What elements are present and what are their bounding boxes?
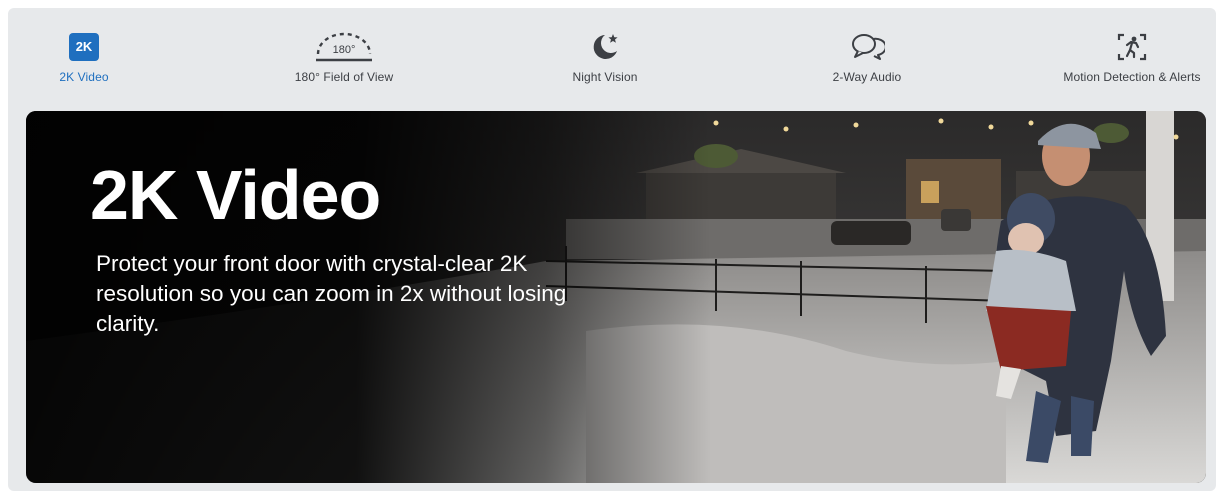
2k-badge-icon: 2K: [8, 30, 194, 64]
tab-label: Night Vision: [572, 70, 638, 84]
motion-person-icon: [1022, 30, 1216, 64]
tab-two-way-audio[interactable]: 2-Way Audio: [757, 30, 977, 98]
tab-field-of-view[interactable]: 180° 180° Field of View: [234, 30, 454, 98]
moon-star-icon: [495, 30, 715, 64]
tab-night-vision[interactable]: Night Vision: [495, 30, 715, 98]
svg-text:180°: 180°: [333, 44, 356, 56]
feature-panel: 2K 2K Video 180° 180° Field of View Nigh…: [8, 8, 1216, 491]
tab-2k-video[interactable]: 2K 2K Video: [8, 30, 194, 98]
tab-label: 180° Field of View: [294, 70, 394, 84]
field-of-view-icon: 180°: [234, 30, 454, 64]
chat-bubbles-icon: [757, 30, 977, 64]
tab-label: 2K Video: [59, 70, 109, 84]
tab-label: 2-Way Audio: [832, 70, 902, 84]
hero-description: Protect your front door with crystal-cle…: [96, 251, 567, 336]
tab-label: Motion Detection & Alerts: [1063, 70, 1201, 84]
hero-banner: 2K Video Protect your front door with cr…: [26, 111, 1206, 483]
feature-tabs: 2K 2K Video 180° 180° Field of View Nigh…: [8, 8, 1216, 108]
hero-title: 2K Video: [90, 156, 381, 234]
tab-motion-detection[interactable]: Motion Detection & Alerts: [1022, 30, 1216, 98]
